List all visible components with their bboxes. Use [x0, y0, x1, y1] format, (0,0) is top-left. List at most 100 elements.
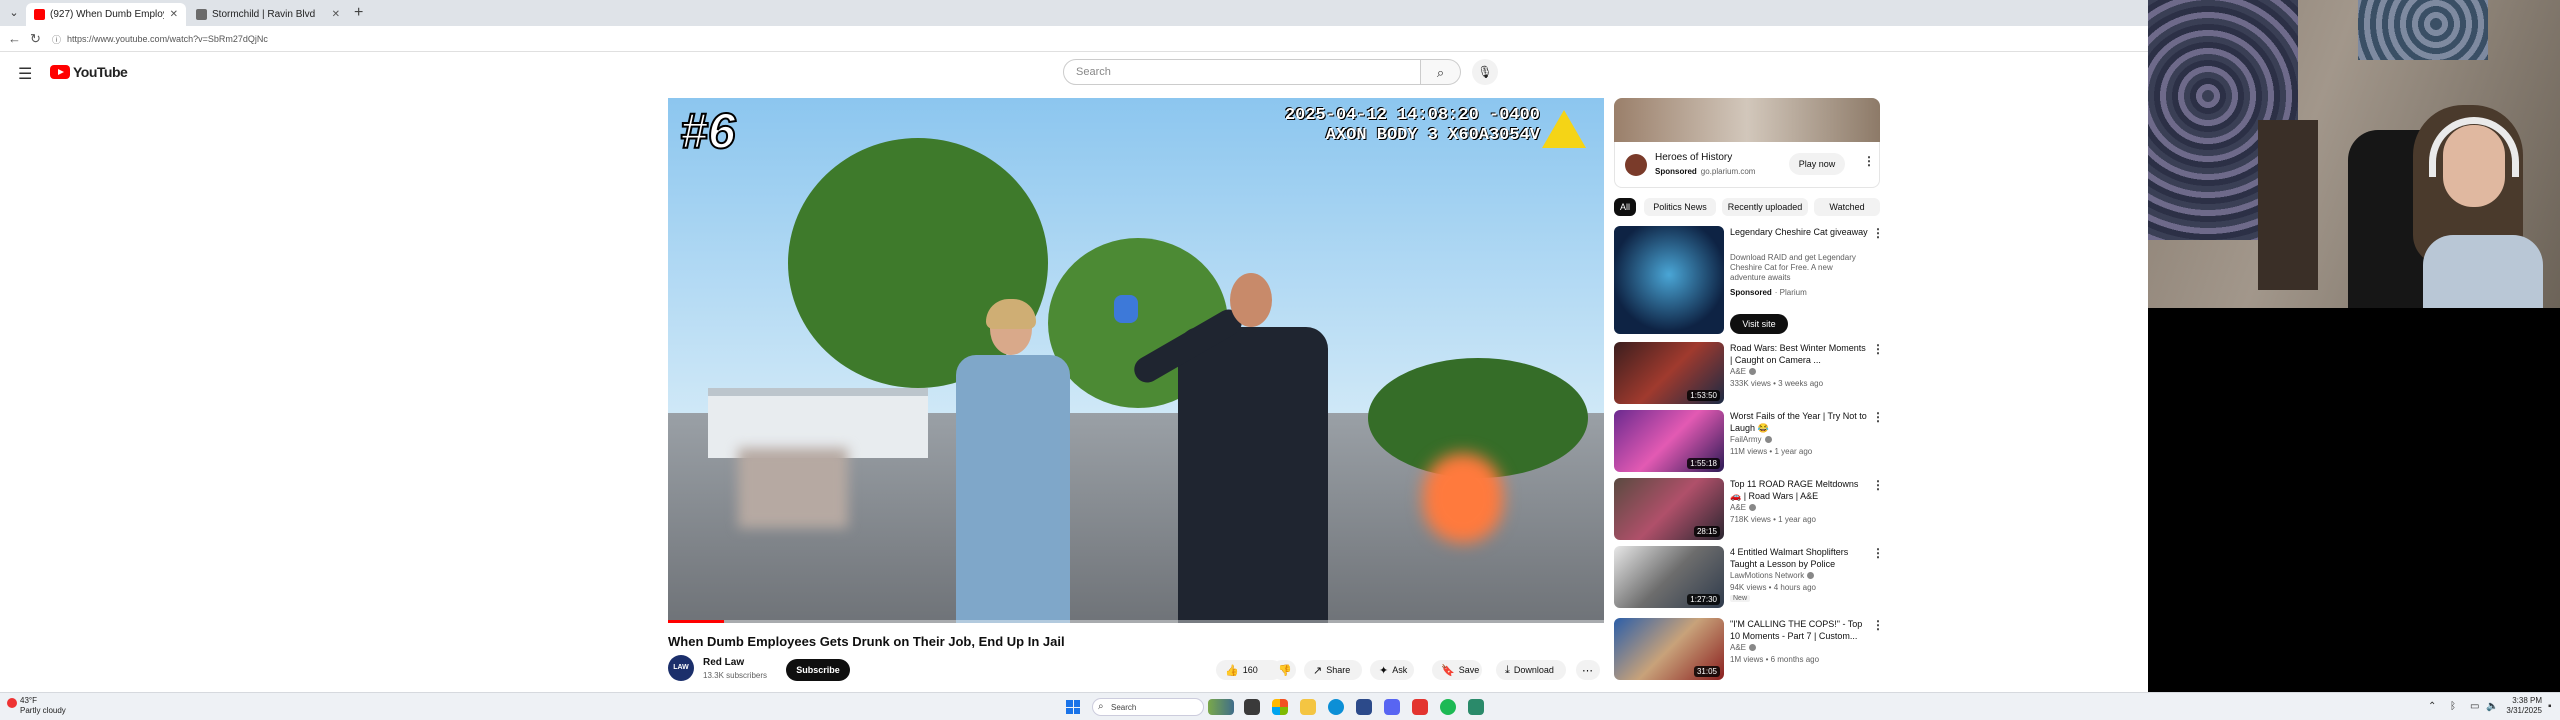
windows-taskbar: 43°F Partly cloudy Search ⌃ ᛒ ▭ 🔈 3:38 P… — [0, 692, 2560, 720]
search-button[interactable]: ⌕ — [1421, 59, 1461, 85]
more-vert-icon[interactable]: ⋮ — [1872, 226, 1884, 240]
youtube-favicon-icon — [34, 9, 45, 20]
copilot-icon[interactable] — [1272, 699, 1288, 715]
dislike-button[interactable]: 👎 — [1272, 660, 1296, 680]
video-channel[interactable]: A&E — [1730, 503, 1757, 512]
video-title[interactable]: Worst Fails of the Year | Try Not to Lau… — [1730, 410, 1868, 434]
ad-banner-image[interactable] — [1614, 98, 1880, 142]
video-meta: 333K views • 3 weeks ago — [1730, 379, 1824, 388]
tab-title: Stormchild | Ravin Blvd — [212, 9, 316, 20]
video-title[interactable]: Road Wars: Best Winter Moments | Caught … — [1730, 342, 1868, 366]
video-employee — [948, 299, 1078, 623]
share-button[interactable]: ↗ Share — [1304, 660, 1362, 680]
video-title[interactable]: Top 11 ROAD RAGE Meltdowns 🚗 | Road Wars… — [1730, 478, 1868, 502]
spotify-icon[interactable] — [1440, 699, 1456, 715]
close-tab-icon[interactable]: ✕ — [332, 9, 340, 20]
taskbar-search[interactable]: Search — [1092, 698, 1204, 716]
tab-list-chevron-icon[interactable]: ⌄ — [6, 5, 22, 21]
recommended-video[interactable]: 1:27:30 4 Entitled Walmart Shoplifters T… — [1614, 546, 1884, 610]
app-icon[interactable] — [1468, 699, 1484, 715]
video-title[interactable]: 4 Entitled Walmart Shoplifters Taught a … — [1730, 546, 1868, 570]
sponsored-label: Sponsored — [1730, 288, 1772, 297]
video-meta: 718K views • 1 year ago — [1730, 515, 1816, 524]
subscribe-button[interactable]: Subscribe — [786, 659, 850, 681]
chip-recently-uploaded[interactable]: Recently uploaded — [1722, 198, 1808, 216]
youtube-logo[interactable]: YouTube — [50, 64, 128, 80]
video-channel[interactable]: A&E — [1730, 643, 1757, 652]
outlook-icon[interactable] — [1356, 699, 1372, 715]
channel-avatar[interactable]: LAW — [668, 655, 694, 681]
chip-politics-news[interactable]: Politics News — [1644, 198, 1716, 216]
channel-name[interactable]: Red Law — [703, 657, 744, 668]
game-app-icon[interactable] — [1412, 699, 1428, 715]
more-vert-icon[interactable]: ⋮ — [1872, 478, 1884, 492]
tab-youtube[interactable]: (927) When Dumb Employee ✕ — [26, 3, 186, 26]
ad-card-title: Legendary Cheshire Cat giveaway — [1730, 227, 1868, 237]
system-clock[interactable]: 3:38 PM 3/31/2025 — [2496, 696, 2542, 716]
tray-overflow-chevron-icon[interactable]: ⌃ — [2428, 701, 2436, 712]
video-channel[interactable]: FailArmy — [1730, 435, 1772, 444]
video-channel[interactable]: LawMotions Network — [1730, 571, 1815, 580]
microphone-icon: 🎙 — [1477, 65, 1493, 79]
url-field[interactable]: ⓘ https://www.youtube.com/watch?v=SbRm27… — [52, 30, 1652, 48]
network-icon[interactable]: ▭ — [2470, 701, 2479, 712]
recommended-video[interactable]: 28:15 Top 11 ROAD RAGE Meltdowns 🚗 | Roa… — [1614, 478, 1884, 542]
file-explorer-icon[interactable] — [1300, 699, 1316, 715]
progress-bar[interactable] — [668, 620, 1604, 623]
video-thumbnail[interactable]: 1:55:18 — [1614, 410, 1724, 472]
more-vert-icon[interactable]: ⋮ — [1872, 618, 1884, 632]
play-now-button[interactable]: Play now — [1789, 153, 1845, 175]
video-channel[interactable]: A&E — [1730, 367, 1757, 376]
download-icon: ⤓ — [1505, 663, 1510, 676]
verified-icon — [1749, 368, 1757, 376]
recommended-video[interactable]: 1:55:18 Worst Fails of the Year | Try No… — [1614, 410, 1884, 474]
sponsored-ad[interactable]: Heroes of History Sponsored go.plarium.co… — [1614, 142, 1880, 188]
chip-watched[interactable]: Watched — [1814, 198, 1880, 216]
site-info-icon[interactable]: ⓘ — [52, 33, 61, 46]
video-title[interactable]: "I'M CALLING THE COPS!" - Top 10 Moments… — [1730, 618, 1868, 642]
taskbar-search-label: Search — [1111, 702, 1137, 712]
chip-all[interactable]: All — [1614, 198, 1636, 216]
ask-button[interactable]: ✦ Ask — [1370, 660, 1414, 680]
task-view-icon[interactable] — [1244, 699, 1260, 715]
video-duration: 31:05 — [1693, 666, 1720, 677]
more-actions-button[interactable]: ⋯ — [1576, 660, 1600, 680]
tab-stormchild[interactable]: Stormchild | Ravin Blvd ✕ — [188, 3, 348, 26]
advertiser-icon — [1625, 154, 1647, 176]
recommended-video[interactable]: 31:05 "I'M CALLING THE COPS!" - Top 10 M… — [1614, 618, 1884, 682]
new-tab-plus-icon[interactable]: + — [354, 4, 363, 22]
voice-search-button[interactable]: 🎙 — [1472, 59, 1498, 85]
ad-thumbnail[interactable] — [1614, 226, 1724, 334]
weather-widget[interactable]: 43°F Partly cloudy — [7, 696, 66, 716]
edge-browser-icon[interactable] — [1328, 699, 1344, 715]
reload-icon[interactable]: ↻ — [30, 31, 41, 47]
more-vert-icon[interactable]: ⋮ — [1872, 410, 1884, 424]
discord-icon[interactable] — [1384, 699, 1400, 715]
back-arrow-icon[interactable]: ← — [8, 31, 21, 46]
more-vert-icon[interactable]: ⋮ — [1872, 342, 1884, 356]
webcam-tapestry — [2358, 0, 2488, 60]
feature-ad-card[interactable]: Legendary Cheshire Cat giveaway Download… — [1614, 226, 1884, 336]
video-thumbnail[interactable]: 1:27:30 — [1614, 546, 1724, 608]
search-input[interactable]: Search — [1063, 59, 1421, 85]
notifications-icon[interactable]: ▪ — [2548, 701, 2552, 712]
video-meta: 94K views • 4 hours ago — [1730, 583, 1816, 592]
save-button[interactable]: 🔖 Save — [1432, 660, 1482, 680]
more-vert-icon[interactable]: ⋮ — [1872, 546, 1884, 560]
visit-site-button[interactable]: Visit site — [1730, 314, 1788, 334]
download-button[interactable]: ⤓ Download — [1496, 660, 1566, 680]
close-tab-icon[interactable]: ✕ — [170, 9, 178, 20]
recommended-video[interactable]: 1:53:50 Road Wars: Best Winter Moments |… — [1614, 342, 1884, 406]
video-title: When Dumb Employees Gets Drunk on Their … — [668, 634, 1065, 649]
bluetooth-icon[interactable]: ᛒ — [2450, 701, 2456, 712]
video-thumbnail[interactable]: 31:05 — [1614, 618, 1724, 680]
video-thumbnail[interactable]: 1:53:50 — [1614, 342, 1724, 404]
share-icon: ↗ — [1313, 664, 1323, 677]
menu-hamburger-icon[interactable]: ☰ — [18, 64, 32, 84]
windows-start-icon[interactable] — [1066, 700, 1080, 714]
widgets-icon[interactable] — [1208, 699, 1234, 715]
video-player[interactable]: #6 2025-04-12 14:08:20 -0400 AXON BODY 3… — [668, 98, 1604, 623]
more-vert-icon[interactable]: ⋮ — [1863, 154, 1875, 168]
video-thumbnail[interactable]: 28:15 — [1614, 478, 1724, 540]
thumbs-down-icon: 👎 — [1278, 664, 1292, 677]
